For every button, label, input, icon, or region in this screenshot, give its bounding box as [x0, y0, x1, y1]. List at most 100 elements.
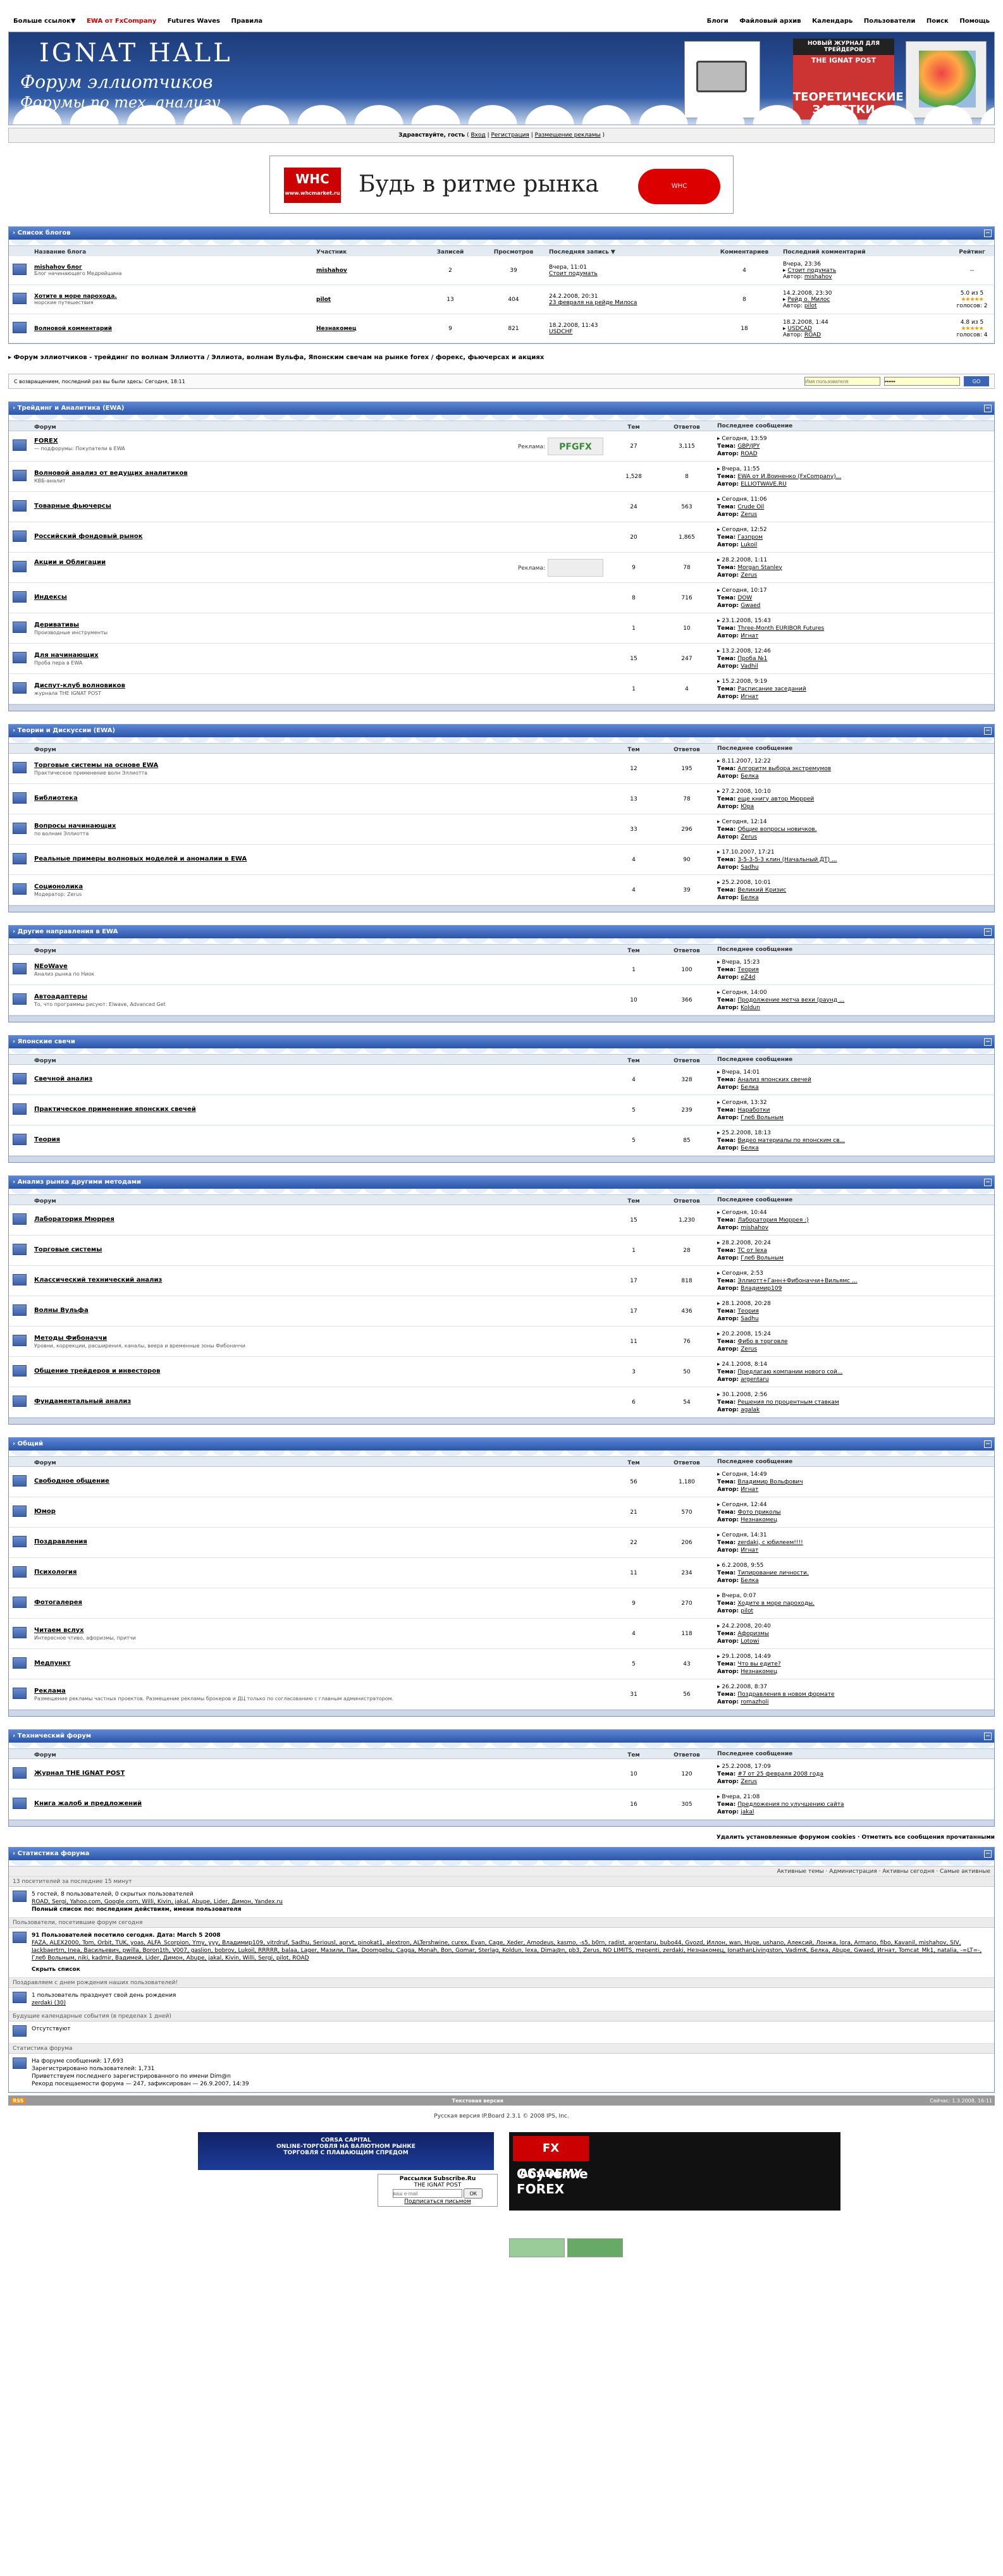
register-link[interactable]: Регистрация [491, 132, 529, 138]
last-author-link[interactable]: Белка [741, 773, 758, 780]
last-topic-link[interactable]: Crude Oil [737, 504, 764, 510]
last-topic-link[interactable]: Фибо в торговле [737, 1339, 787, 1345]
last-author-link[interactable]: pilot [741, 1608, 753, 1614]
forum-name[interactable]: Реальные примеры волновых моделей и аном… [34, 856, 603, 862]
forum-name[interactable]: Классический технический анализ [34, 1277, 603, 1284]
ads-link[interactable]: Размещение рекламы [535, 132, 601, 138]
last-topic-link[interactable]: Что вы едите? [737, 1661, 780, 1667]
cookie-links[interactable]: Удалить установленные форумом cookies · … [8, 1834, 995, 1841]
forum-name[interactable]: Практическое применение японских свечей [34, 1106, 603, 1113]
collapse-icon[interactable]: − [984, 1038, 992, 1046]
last-author-link[interactable]: jakal [741, 1809, 754, 1815]
forum-name[interactable]: Индексы [34, 594, 603, 601]
last-topic-link[interactable]: Расписание заседаний [737, 686, 806, 692]
forum-name[interactable]: Методы Фибоначчи [34, 1335, 603, 1342]
last-author-link[interactable]: Игнат [741, 694, 758, 700]
last-author-link[interactable]: Koldun [741, 1005, 760, 1011]
last-topic-link[interactable]: Анализ японских свечей [737, 1077, 811, 1083]
category-header[interactable]: › Другие направления в EWA − [9, 926, 994, 938]
ad-slot[interactable]: PFGFX [548, 437, 603, 455]
forum-name[interactable]: Для начинающих [34, 652, 603, 659]
last-author-link[interactable]: Lotowi [741, 1638, 759, 1645]
last-author-link[interactable]: Белка [741, 1084, 758, 1091]
login-link[interactable]: Вход [471, 132, 485, 138]
last-topic-link[interactable]: Владимир Вольфович [737, 1479, 803, 1485]
forum-name[interactable]: Диспут-клуб волновиков [34, 682, 603, 689]
collapse-icon[interactable]: − [984, 727, 992, 735]
counter-badge-2[interactable] [567, 2238, 623, 2257]
last-topic-link[interactable]: Лаборатория Мюррея :) [737, 1217, 808, 1224]
counter-badge-1[interactable] [509, 2238, 565, 2257]
last-author-link[interactable]: Владимир109 [741, 1285, 782, 1292]
forum-name[interactable]: Юмор [34, 1508, 603, 1515]
nav-files[interactable]: Файловый архив [739, 18, 801, 25]
forum-name[interactable]: Соционолика [34, 883, 603, 890]
last-author-link[interactable]: Игнат [741, 1547, 758, 1554]
stats-tabs[interactable]: Активные темы · Администрация · Активны … [9, 1867, 994, 1877]
last-topic-link[interactable]: еще книгу автор Мюррей [737, 796, 814, 802]
forum-name[interactable]: Лаборатория Мюррея [34, 1216, 603, 1223]
last-author-link[interactable]: Sadhu [741, 864, 758, 871]
last-author-link[interactable]: mishahov [741, 1225, 768, 1231]
nav-futures[interactable]: Futures Waves [168, 18, 220, 25]
last-topic-link[interactable]: Продолжение метча вехи (раунд ... [737, 997, 844, 1003]
nav-users[interactable]: Пользователи [864, 18, 916, 25]
last-author-link[interactable]: Lukoil [741, 542, 757, 548]
forum-name[interactable]: Свободное общение [34, 1478, 603, 1485]
last-topic-link[interactable]: zerdaki, с юбилеем!!!! [737, 1540, 803, 1546]
blog-author[interactable]: mishahov [312, 266, 419, 275]
nav-rules[interactable]: Правила [231, 18, 262, 25]
last-topic-link[interactable]: Газпром [737, 534, 763, 541]
forum-name[interactable]: Товарные фьючерсы [34, 503, 603, 510]
forum-name[interactable]: Фундаментальный анализ [34, 1398, 603, 1405]
nav-more-links[interactable]: Больше ссылок▼ [13, 18, 76, 25]
last-author-link[interactable]: Sadhu [741, 1316, 758, 1322]
collapse-icon[interactable]: − [984, 1733, 992, 1740]
collapse-icon[interactable]: − [984, 230, 992, 237]
fx-academy-banner[interactable]: FX ACADEMY Обучение FOREX [509, 2132, 840, 2211]
forum-name[interactable]: Библиотека [34, 795, 603, 802]
last-topic-link[interactable]: Morgan Stanley [737, 565, 782, 571]
nav-ewa[interactable]: EWA от FxCompany [87, 18, 156, 25]
last-author-link[interactable]: Zerus [741, 834, 757, 840]
category-header[interactable]: › Теории и Дискуссии (EWA) − [9, 725, 994, 737]
forum-name[interactable]: NEoWave [34, 963, 603, 970]
forum-name[interactable]: Медпункт [34, 1660, 603, 1667]
password-input[interactable] [884, 377, 960, 386]
last-author-link[interactable]: ELLIOTWAVE.RU [741, 481, 786, 488]
blog-author[interactable]: Незнакомец [312, 324, 419, 333]
last-topic-link[interactable]: EWA от И.Воиненко (FxCompany)... [737, 474, 841, 480]
go-button[interactable]: GO [964, 376, 989, 386]
email-input[interactable] [392, 2189, 462, 2198]
last-topic-link[interactable]: Решения по процентным ставкам [737, 1399, 839, 1406]
last-topic-link[interactable]: Типирование личности. [737, 1570, 808, 1576]
last-author-link[interactable]: Незнакомец [741, 1517, 777, 1523]
category-header[interactable]: › Общий − [9, 1438, 994, 1451]
category-header[interactable]: › Японские свечи − [9, 1036, 994, 1048]
collapse-icon[interactable]: − [984, 928, 992, 936]
last-author-link[interactable]: Gwaed [741, 603, 760, 609]
username-input[interactable] [804, 377, 880, 386]
last-topic-link[interactable]: Видео материалы по японским св... [737, 1138, 845, 1144]
last-topic-link[interactable]: Поздравления в новом формате [737, 1691, 834, 1698]
last-topic-link[interactable]: TC от lexa [737, 1248, 766, 1254]
last-topic-link[interactable]: Three-Month EURIBOR Futures [737, 625, 824, 632]
last-topic-link[interactable]: GBP/JPY [737, 443, 760, 450]
subscribe-ok-button[interactable]: OK [464, 2188, 483, 2199]
corsa-banner[interactable]: CORSA CAPITAL ONLINE-ТОРГОВЛЯ НА ВАЛЮТНОМ… [198, 2132, 494, 2170]
ad-slot[interactable] [548, 558, 603, 577]
last-author-link[interactable]: Глеб Вольным [741, 1255, 784, 1261]
last-author-link[interactable]: Белка [741, 1145, 758, 1151]
last-topic-link[interactable]: #7 от 25 февраля 2008 года [737, 1771, 823, 1777]
collapse-icon[interactable]: − [984, 1440, 992, 1448]
last-topic-link[interactable]: Ходите в море пароходы. [737, 1600, 815, 1607]
last-topic-link[interactable]: Наработки [737, 1107, 770, 1113]
last-topic-link[interactable]: Афоризмы [737, 1631, 769, 1637]
last-topic-link[interactable]: Великий Кризис [737, 887, 786, 893]
nav-search[interactable]: Поиск [926, 18, 949, 25]
last-author-link[interactable]: Белка [741, 1578, 758, 1584]
last-author-link[interactable]: Vadhil [741, 663, 758, 670]
collapse-icon[interactable]: − [984, 1179, 992, 1186]
last-author-link[interactable]: Zerus [741, 1346, 757, 1352]
forum-name[interactable]: Общение трейдеров и инвесторов [34, 1368, 603, 1375]
